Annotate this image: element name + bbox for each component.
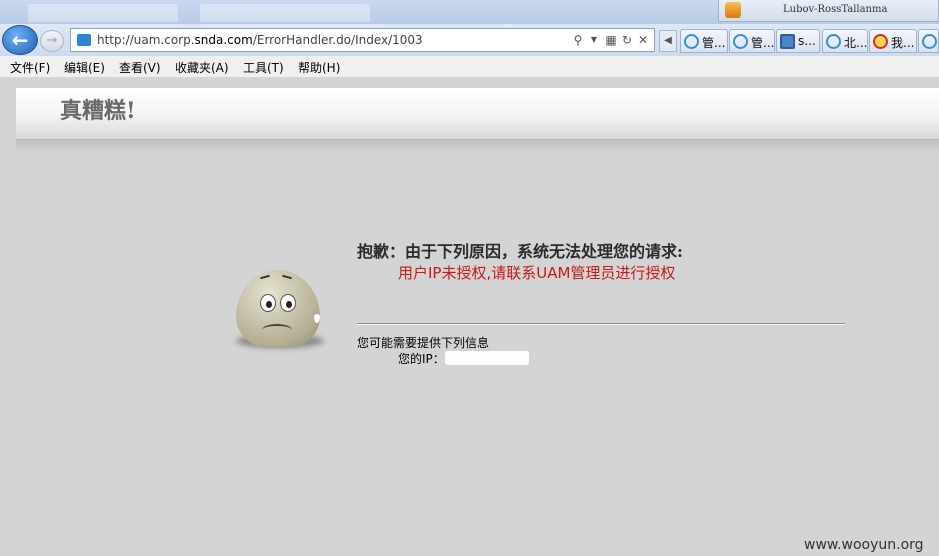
tab-3[interactable]: s... (776, 29, 820, 53)
new-tab-button[interactable] (918, 29, 939, 53)
dropdown-arrow-icon[interactable]: ▼ (587, 32, 601, 48)
ie-icon (826, 34, 841, 49)
info-label: 您可能需要提供下列信息 (357, 336, 490, 350)
tab-label: 我... (891, 36, 915, 50)
address-url[interactable]: http://uam.corp.snda.com/ErrorHandler.do… (97, 33, 423, 47)
background-tab[interactable] (200, 4, 370, 22)
tab-5[interactable]: 我... (869, 29, 917, 53)
error-message: 用户IP未授权,请联系UAM管理员进行授权 (398, 264, 676, 282)
tab-label: s... (798, 34, 816, 48)
menu-file[interactable]: 文件(F) (10, 59, 50, 76)
address-bar[interactable]: http://uam.corp.snda.com/ErrorHandler.do… (70, 28, 655, 52)
menu-edit[interactable]: 编辑(E) (64, 59, 105, 76)
tab-scroll-left-button[interactable]: ◀ (659, 30, 677, 52)
navigation-bar: ← → http://uam.corp.snda.com/ErrorHandle… (0, 24, 939, 56)
forward-button[interactable]: → (40, 30, 64, 52)
sad-face-icon (230, 260, 328, 352)
user-app-icon (725, 2, 741, 18)
background-tab[interactable] (28, 4, 178, 22)
menu-bar: 文件(F) 编辑(E) 查看(V) 收藏夹(A) 工具(T) 帮助(H) (0, 56, 939, 78)
back-button[interactable]: ← (2, 25, 38, 55)
page-title: 真糟糕! (60, 98, 136, 124)
ie-icon (922, 34, 937, 49)
weibo-icon (873, 34, 888, 49)
tab-1[interactable]: 管... (680, 29, 728, 53)
stop-icon[interactable]: ✕ (636, 32, 650, 48)
menu-favorites[interactable]: 收藏夹(A) (175, 59, 229, 76)
ie-icon (684, 34, 699, 49)
tab-2[interactable]: 管... (729, 29, 775, 53)
back-arrow-icon: ← (11, 28, 29, 52)
menu-help[interactable]: 帮助(H) (298, 59, 340, 76)
compat-view-icon[interactable]: ▦ (604, 32, 618, 48)
tab-label: 北... (844, 36, 868, 50)
ie-icon (733, 34, 748, 49)
search-icon[interactable]: ⚲ (571, 32, 585, 48)
tab-4[interactable]: 北... (822, 29, 868, 53)
menu-tools[interactable]: 工具(T) (243, 59, 284, 76)
ip-value-redacted (445, 351, 529, 365)
divider (357, 323, 845, 325)
refresh-icon[interactable]: ↻ (620, 32, 634, 48)
search-icon (780, 34, 795, 49)
watermark: www.wooyun.org (804, 537, 924, 553)
ip-label: 您的IP： (398, 352, 445, 366)
tab-label: 管... (702, 36, 726, 50)
window-title-strip: Lubov-RossTallanma (0, 0, 939, 24)
user-profile-box[interactable]: Lubov-RossTallanma (718, 0, 939, 22)
header-shadow (16, 140, 939, 152)
menu-view[interactable]: 查看(V) (119, 59, 161, 76)
forward-arrow-icon: → (46, 33, 58, 48)
user-name: Lubov-RossTallanma (783, 4, 888, 15)
site-favicon-icon (77, 34, 91, 46)
tab-label: 管... (751, 36, 775, 50)
page-header: 真糟糕! (16, 88, 939, 140)
error-title: 抱歉：由于下列原因，系统无法处理您的请求: (357, 242, 683, 261)
